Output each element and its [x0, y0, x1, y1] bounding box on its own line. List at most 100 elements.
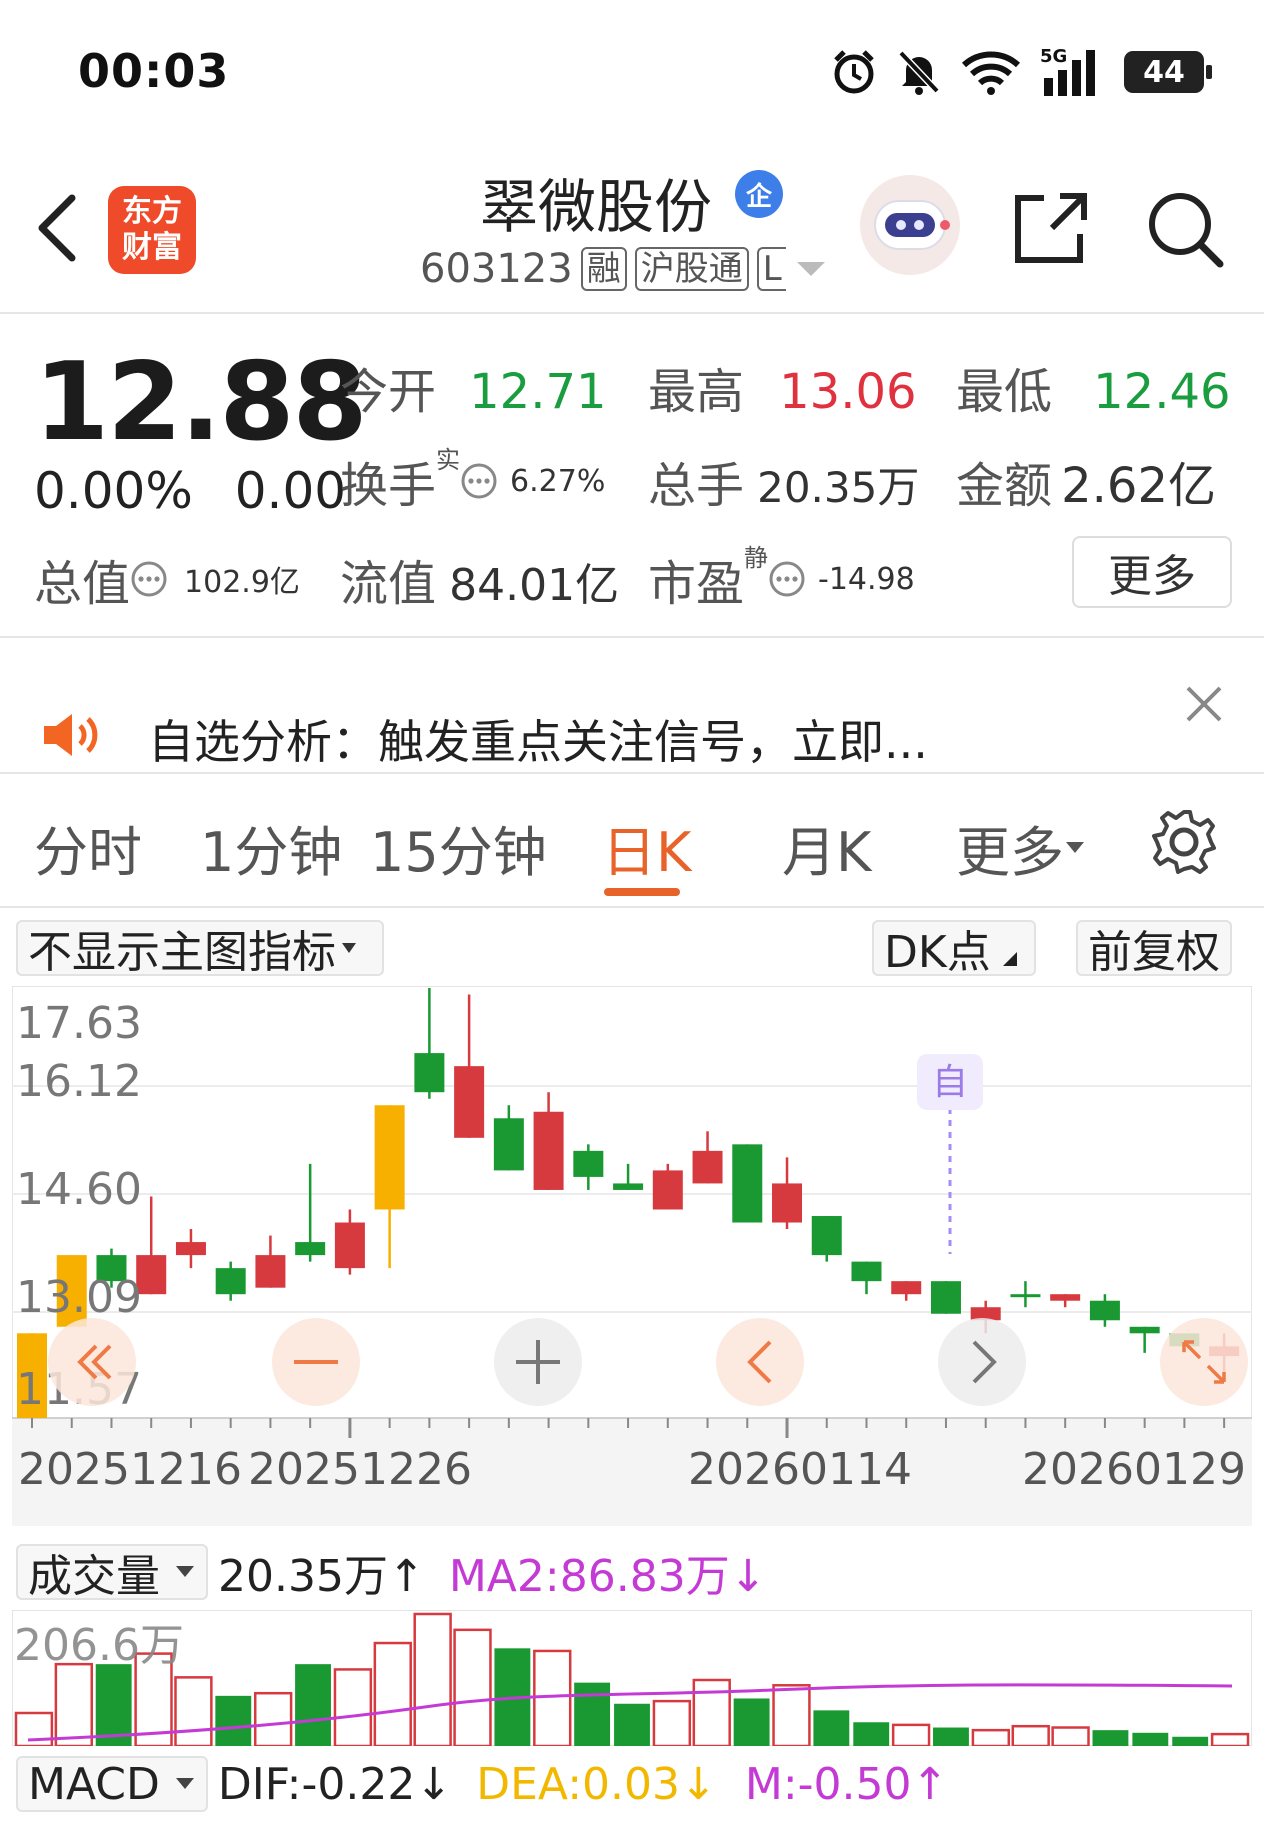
svg-text:5G: 5G: [1040, 46, 1067, 67]
search-icon[interactable]: [1146, 190, 1226, 270]
pe-field[interactable]: 市盈 静 -14.98: [648, 544, 915, 614]
volume-chart[interactable]: 206.6万: [12, 1610, 1252, 1746]
amount-label: 金额: [956, 458, 1053, 514]
x-tick-label: 20260114: [688, 1444, 912, 1495]
stock-name: 翠微股份: [480, 173, 713, 241]
dk-point-button[interactable]: DK点: [872, 920, 1036, 978]
battery-indicator: 44: [1124, 51, 1212, 93]
float-field: 流值 84.01亿: [340, 544, 619, 614]
signal-5g-icon: 5G: [1040, 46, 1095, 96]
candle-body: [295, 1242, 326, 1256]
volume-bar: [891, 1723, 931, 1746]
market-cap-value: 102.9亿: [184, 565, 300, 600]
volume-bar: [1132, 1732, 1169, 1746]
more-dots-icon: [131, 561, 167, 597]
high-value: 13.06: [779, 364, 917, 420]
candle-body: [215, 1268, 246, 1295]
volume-bar: [413, 1612, 452, 1746]
mute-icon: [898, 50, 940, 95]
close-icon[interactable]: [1184, 684, 1224, 724]
tab-more[interactable]: 更多: [956, 808, 1086, 887]
candle-body: [414, 1053, 445, 1093]
adjust-button[interactable]: 前复权: [1076, 920, 1232, 978]
volume-ma2: MA2:86.83万↓: [448, 1551, 767, 1602]
volume-select[interactable]: 成交量: [16, 1544, 208, 1602]
turnover-field[interactable]: 换手 实 6.27%: [340, 446, 605, 516]
tag-margin: 融: [580, 247, 627, 291]
volume-bar: [1092, 1730, 1129, 1746]
pe-sup: 静: [744, 544, 769, 572]
candle-body: [891, 1281, 922, 1295]
turnover-value: 6.27%: [510, 463, 606, 499]
x-tick-label: 20260129: [1022, 1444, 1246, 1495]
zoom-in-button[interactable]: [494, 1318, 582, 1406]
notice-text[interactable]: 自选分析：触发重点关注信号，立即...: [148, 706, 928, 772]
share-icon[interactable]: [1012, 190, 1090, 266]
more-quote-button[interactable]: 更多: [1072, 536, 1232, 608]
low-field: 最低 12.46: [956, 352, 1231, 422]
market-cap-field[interactable]: 总值 102.9亿: [34, 544, 300, 614]
macd-select[interactable]: MACD: [16, 1756, 208, 1812]
stock-code-row[interactable]: 603123 融 沪股通 L: [420, 246, 828, 292]
kline-chart[interactable]: 自 17.63 16.12 14.60 13.09 11.57 20251216…: [12, 986, 1252, 1526]
tab-1min[interactable]: 1分钟: [200, 808, 342, 887]
volume-bar: [453, 1628, 492, 1746]
alarm-icon: [834, 50, 874, 94]
volume-bar: [933, 1727, 969, 1746]
logo-text-2: 财富: [122, 230, 182, 265]
volume-y-label: 206.6万: [14, 1620, 184, 1671]
open-value: 12.71: [469, 364, 607, 420]
turnover-sup: 实: [436, 446, 461, 474]
macd-dif: DIF:-0.22↓: [217, 1758, 453, 1810]
eastmoney-logo[interactable]: 东方 财富: [108, 186, 196, 274]
rewind-fast-button[interactable]: [48, 1318, 136, 1406]
candle-body: [811, 1216, 842, 1256]
pe-value: -14.98: [818, 561, 915, 597]
volume-bar: [1011, 1724, 1050, 1746]
change-row: 0.00% 0.00: [34, 462, 346, 520]
candle-body: [1050, 1294, 1081, 1301]
tab-intraday[interactable]: 分时: [34, 808, 142, 887]
pe-label: 市盈: [648, 556, 745, 612]
volume-bar: [692, 1678, 731, 1746]
speaker-icon: [44, 714, 98, 756]
fullscreen-button[interactable]: [1160, 1318, 1248, 1406]
marker-text: 自: [932, 1062, 968, 1103]
open-field: 今开 12.71: [340, 352, 607, 422]
volume-bar: [574, 1682, 611, 1746]
y-tick-label: 17.63: [16, 998, 142, 1049]
logo-text-1: 东方: [122, 194, 182, 229]
scroll-left-button[interactable]: [716, 1318, 804, 1406]
status-icons: 5G 44: [830, 44, 1212, 100]
candle-body: [175, 1242, 206, 1256]
chevron-down-icon: [796, 262, 825, 276]
volume-label: 总手: [648, 458, 745, 514]
candle-body: [692, 1150, 723, 1184]
candle-body: [772, 1183, 803, 1223]
assistant-robot-icon[interactable]: [860, 175, 960, 275]
zoom-out-button[interactable]: [272, 1318, 360, 1406]
low-label: 最低: [956, 364, 1053, 420]
caret-down-icon: [1066, 841, 1084, 853]
stock-code: 603123: [420, 246, 573, 292]
tab-more-label: 更多: [956, 821, 1064, 884]
volume-bar: [333, 1668, 373, 1746]
candle-body: [493, 1118, 524, 1171]
back-arrow-icon[interactable]: [34, 192, 80, 264]
tab-daily-k[interactable]: 日K: [602, 808, 691, 887]
candle-body: [255, 1255, 286, 1288]
macd-select-label: MACD: [28, 1758, 160, 1810]
tab-15min[interactable]: 15分钟: [370, 808, 547, 887]
main-indicator-select[interactable]: 不显示主图指标: [16, 920, 384, 978]
caret-down-icon: [175, 1778, 194, 1789]
scroll-right-button[interactable]: [938, 1318, 1026, 1406]
caret-down-icon: [342, 943, 356, 953]
settings-gear-icon[interactable]: [1150, 808, 1218, 876]
status-time: 00:03: [78, 44, 230, 98]
float-value: 84.01亿: [449, 560, 620, 611]
x-tick-label: 20251226: [248, 1444, 472, 1495]
dk-point-label: DK点: [884, 927, 991, 978]
corner-triangle-icon: [1002, 952, 1017, 966]
tab-monthly-k[interactable]: 月K: [782, 808, 871, 887]
volume-bar: [253, 1691, 293, 1746]
